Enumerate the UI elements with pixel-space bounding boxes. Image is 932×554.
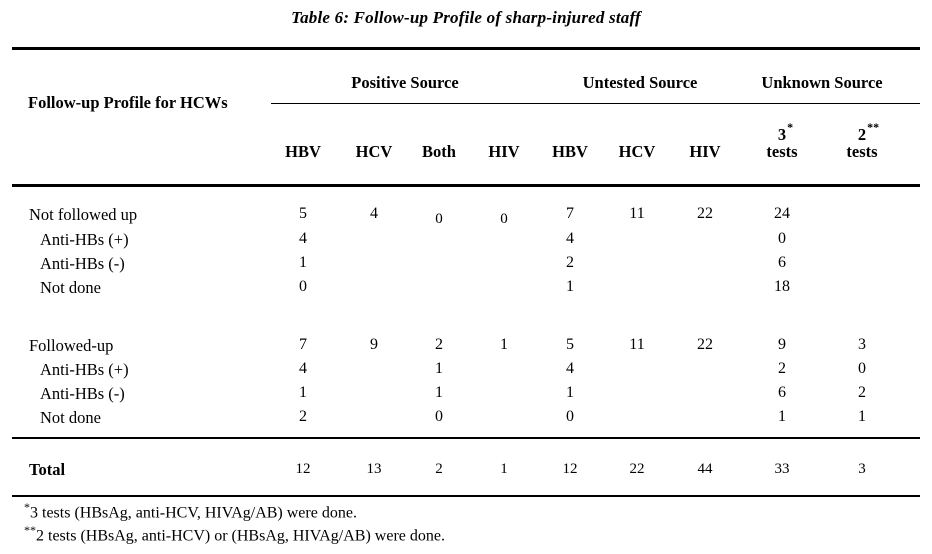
table-cell-unk-2tests: 0	[858, 360, 866, 377]
table-cell-unt-hbv: 2	[566, 254, 574, 271]
column-header-label: tests	[846, 142, 878, 162]
row-label: Anti-HBs (+)	[40, 360, 129, 379]
row-label: Not done	[40, 278, 101, 297]
row-label: Anti-HBs (+)	[40, 230, 129, 249]
column-header-unk-3tests: 3 * tests	[766, 120, 798, 162]
group-header-untested-source: Untested Source	[582, 73, 698, 92]
column-header-unt-hbv: HBV	[552, 142, 588, 161]
total-cell-unk-3tests: 33	[774, 461, 790, 477]
footnote-text-2: 2 tests (HBsAg, anti-HCV) or (HBsAg, HIV…	[36, 527, 445, 545]
table-cell-pos-hcv: 4	[370, 205, 378, 222]
table-cell-unt-hcv: 11	[629, 336, 645, 353]
table-cell-pos-hiv: 0	[500, 211, 508, 227]
table-cell-unk-2tests: 1	[858, 408, 866, 425]
column-header-number: 3 *	[777, 120, 794, 144]
row-label: Not done	[40, 408, 101, 427]
table-cell-unt-hbv: 1	[566, 278, 574, 295]
column-header-unk-2tests: 2 ** tests	[846, 120, 880, 162]
table-cell-pos-hbv: 4	[299, 360, 307, 377]
rule-above-total	[12, 437, 920, 439]
table-cell-unt-hbv: 1	[566, 384, 574, 401]
group-header-positive-source: Positive Source	[351, 73, 459, 92]
table-cell-unt-hbv: 4	[566, 230, 574, 247]
table-cell-pos-hbv: 1	[299, 384, 307, 401]
stub-header: Follow-up Profile for HCWs	[28, 93, 228, 112]
row-label: Anti-HBs (-)	[40, 384, 125, 403]
table-cell-unk-3tests: 18	[774, 278, 790, 295]
rule-top	[12, 47, 920, 50]
table-cell-pos-hiv: 1	[500, 336, 508, 353]
row-label: Not followed up	[29, 205, 138, 224]
total-cell-pos-hiv: 1	[500, 461, 508, 477]
table-cell-pos-hcv: 9	[370, 336, 378, 353]
table-cell-pos-both: 0	[435, 408, 443, 425]
table-cell-unk-3tests: 6	[778, 254, 786, 271]
footnote-1: *3 tests (HBsAg, anti-HCV, HIVAg/AB) wer…	[24, 500, 357, 522]
column-header-number: 2 **	[857, 120, 880, 144]
table-cell-unt-hbv: 7	[566, 205, 574, 222]
rule-column-header	[12, 184, 920, 187]
total-cell-pos-hbv: 12	[295, 461, 311, 477]
table-cell-pos-both: 1	[435, 384, 443, 401]
table-cell-pos-both: 1	[435, 360, 443, 377]
total-cell-unk-2tests: 3	[858, 461, 866, 477]
table-cell-unk-2tests: 2	[858, 384, 866, 401]
footnote-marker-2: **	[24, 523, 36, 537]
table-cell-unt-hiv: 22	[697, 205, 713, 222]
table-cell-unk-3tests: 1	[778, 408, 786, 425]
row-label: Anti-HBs (-)	[40, 254, 125, 273]
table-cell-pos-hbv: 1	[299, 254, 307, 271]
row-label: Followed-up	[29, 336, 114, 355]
column-header-pos-hiv: HIV	[488, 142, 520, 161]
total-cell-unt-hbv: 12	[562, 461, 578, 477]
total-row-label: Total	[29, 460, 66, 479]
table-cell-unk-2tests: 3	[858, 336, 866, 353]
rule-group-header	[271, 103, 920, 105]
column-header-pos-hbv: HBV	[285, 142, 321, 161]
table-cell-unt-hcv: 11	[629, 205, 645, 222]
column-header-unt-hcv: HCV	[618, 142, 656, 161]
footnote-ref-icon: *	[787, 120, 794, 134]
footnote-ref-icon: **	[867, 120, 880, 134]
table-cell-pos-hbv: 7	[299, 336, 307, 353]
table-cell-pos-hbv: 0	[299, 278, 307, 295]
table-cell-unt-hbv: 4	[566, 360, 574, 377]
table-cell-pos-both: 0	[435, 211, 443, 227]
footnote-2: **2 tests (HBsAg, anti-HCV) or (HBsAg, H…	[24, 523, 445, 545]
table-cell-unk-3tests: 6	[778, 384, 786, 401]
table-cell-unk-3tests: 9	[778, 336, 786, 353]
page-title: Table 6: Follow-up Profile of sharp-inju…	[291, 8, 641, 27]
table-cell-unt-hiv: 22	[697, 336, 713, 353]
table-cell-pos-hbv: 4	[299, 230, 307, 247]
table-cell-unt-hbv: 0	[566, 408, 574, 425]
table-cell-pos-both: 2	[435, 336, 443, 353]
total-cell-unt-hcv: 22	[629, 461, 645, 477]
column-header-pos-hcv: HCV	[355, 142, 393, 161]
column-header-unt-hiv: HIV	[689, 142, 721, 161]
table-cell-pos-hbv: 2	[299, 408, 307, 425]
table-cell-unk-3tests: 2	[778, 360, 786, 377]
column-header-pos-both: Both	[422, 142, 456, 161]
table-cell-unk-3tests: 0	[778, 230, 786, 247]
table-cell-unt-hbv: 5	[566, 336, 574, 353]
table-cell-pos-hbv: 5	[299, 205, 307, 222]
total-cell-unt-hiv: 44	[697, 461, 713, 477]
column-header-label: tests	[766, 142, 798, 162]
total-cell-pos-both: 2	[435, 461, 443, 477]
rule-bottom	[12, 495, 920, 498]
group-header-unknown-source: Unknown Source	[761, 73, 883, 92]
table-cell-unk-3tests: 24	[774, 205, 790, 222]
footnote-text-1: 3 tests (HBsAg, anti-HCV, HIVAg/AB) were…	[30, 504, 357, 522]
total-cell-pos-hcv: 13	[366, 461, 382, 477]
table-page: Table 6: Follow-up Profile of sharp-inju…	[0, 0, 932, 554]
